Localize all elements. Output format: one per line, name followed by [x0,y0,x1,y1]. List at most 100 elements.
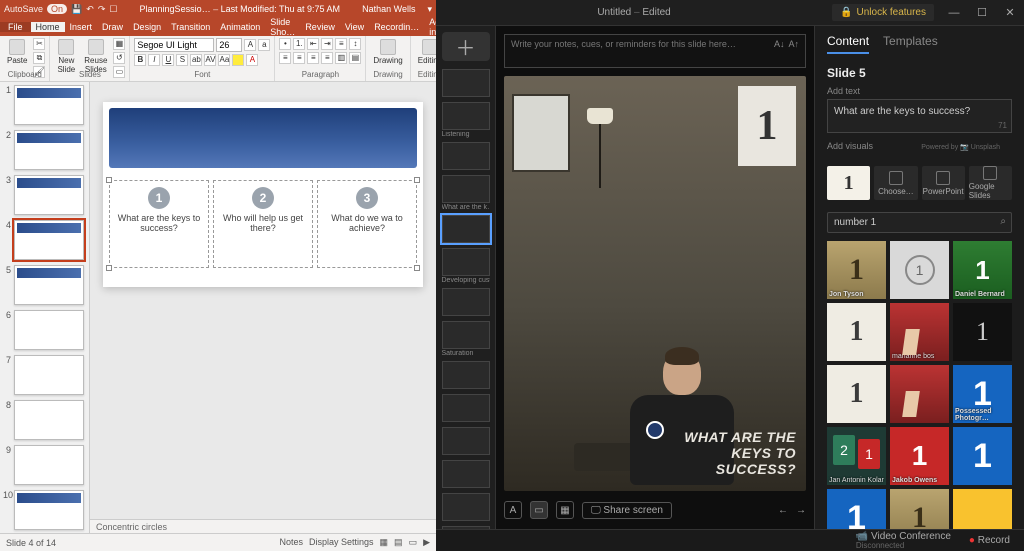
tab-transition[interactable]: Transition [166,22,215,32]
copy-icon[interactable]: ⧉ [33,52,45,64]
italic-icon[interactable]: I [148,54,160,66]
dk-slide-rail[interactable]: ＋ Listening What are the k… Developing cus… [436,26,496,529]
view-slideshow-icon[interactable]: ▶ [423,537,430,548]
video-conference-button[interactable]: 📹 Video Conference Disconnected [856,532,951,550]
notes-toggle[interactable]: Notes [279,537,303,548]
indent-dec-icon[interactable]: ⇤ [307,38,319,50]
selection-handle[interactable] [414,265,420,271]
card-2-text[interactable]: Who will help us get there? [220,213,306,233]
align-center-icon[interactable]: ≡ [293,52,305,64]
result-tile-3[interactable]: 1Daniel Bernard [953,241,1012,299]
card-1[interactable]: 1 What are the keys to success? [109,180,209,268]
dk-thumb-14[interactable]: Considerations [442,526,490,529]
align-right-icon[interactable]: ≡ [307,52,319,64]
card-1-text[interactable]: What are the keys to success? [116,213,202,233]
close-icon[interactable]: ✕ [996,6,1024,19]
drawing-button[interactable]: Drawing [370,38,405,66]
tab-animation[interactable]: Animation [215,22,265,32]
card-3-text[interactable]: What do we wa to achieve? [324,213,410,233]
minimize-icon[interactable]: — [940,7,968,19]
dk-thumb-11[interactable] [442,427,490,456]
display-settings[interactable]: Display Settings [309,537,374,548]
tab-slideshow[interactable]: Slide Sho… [265,17,300,37]
pp-thumb-8[interactable]: 8 [3,400,86,440]
share-screen-button[interactable]: 🖵 Share screen [582,502,672,519]
pp-thumb-2[interactable]: 2 [3,130,86,170]
pp-thumb-7[interactable]: 7 [3,355,86,395]
dk-thumb-9[interactable] [442,361,490,390]
cut-icon[interactable]: ✂ [33,38,45,50]
pp-thumb-10[interactable]: 10 [3,490,86,530]
ribbon-opts-icon[interactable]: ▾ [427,4,432,15]
indent-inc-icon[interactable]: ⇥ [321,38,333,50]
layout-icon[interactable]: ▦ [113,38,125,50]
add-slide-button[interactable]: ＋ [442,32,490,61]
font-color-icon[interactable]: A [246,54,258,66]
result-tile-1[interactable]: 1Jon Tyson [827,241,886,299]
justify-icon[interactable]: ≡ [321,52,333,64]
columns-icon[interactable]: ▥ [335,52,347,64]
view-reading-icon[interactable]: ▭ [409,537,418,548]
save-icon[interactable]: 💾 [71,4,82,15]
pp-thumb-3[interactable]: 3 [3,175,86,215]
notes-divider[interactable]: Concentric circles [90,519,436,533]
view-sorter-icon[interactable]: ▤ [394,537,403,548]
result-tile-9[interactable]: 1Possessed Photogr… [953,365,1012,423]
smartart-cards[interactable]: 1 What are the keys to success? 2 Who wi… [109,180,417,268]
record-button[interactable]: ● Record [969,536,1010,546]
font-name-select[interactable] [134,38,214,52]
choose-image-button[interactable]: Choose… [874,166,917,200]
tab-recording[interactable]: Recordin… [369,22,424,32]
result-tile-10[interactable]: 21Jan Antonin Kolar [827,427,886,485]
dk-thumb-3[interactable] [442,142,490,171]
result-tile-2[interactable]: 1 [890,241,949,299]
bullets-icon[interactable]: • [279,38,291,50]
import-gslides-button[interactable]: Google Slides [969,166,1012,200]
result-tile-13[interactable]: 1Catherine Hughes [827,489,886,529]
pp-thumb-9[interactable]: 9 [3,445,86,485]
underline-icon[interactable]: U [162,54,174,66]
dk-thumb-2[interactable]: Listening [442,102,490,138]
pp-thumb-5[interactable]: 5 [3,265,86,305]
result-tile-11[interactable]: 1Jakob Owens [890,427,949,485]
tab-file[interactable]: File [0,22,31,32]
search-input[interactable] [827,212,1012,233]
paste-button[interactable]: Paste [4,38,30,66]
tab-templates[interactable]: Templates [883,34,938,54]
spacing-icon[interactable]: AV [204,54,216,66]
tab-draw[interactable]: Draw [97,22,128,32]
prev-slide-icon[interactable]: ← [778,505,788,516]
image-results-grid[interactable]: 1Jon Tyson11Daniel Bernard1marianne bos1… [815,241,1024,529]
result-tile-7[interactable]: 1 [827,365,886,423]
dk-thumb-12[interactable] [442,460,490,489]
dk-thumb-13[interactable] [442,493,490,522]
tab-review[interactable]: Review [300,22,340,32]
reset-icon[interactable]: ↺ [113,52,125,64]
dk-thumb-8[interactable]: Saturation [442,321,490,357]
import-powerpoint-button[interactable]: PowerPoint [922,166,965,200]
tab-design[interactable]: Design [128,22,166,32]
result-tile-8[interactable] [890,365,949,423]
selection-handle[interactable] [106,177,112,183]
result-tile-15[interactable]: Pierpaolo Riondato [953,489,1012,529]
highlight-icon[interactable] [232,54,244,66]
grow-font-icon[interactable]: A [244,39,256,51]
selection-handle[interactable] [106,265,112,271]
pp-canvas[interactable]: 1 What are the keys to success? 2 Who wi… [90,82,436,533]
redo-icon[interactable]: ↷ [98,4,106,15]
strike-icon[interactable]: S [176,54,188,66]
visual-preview-1[interactable]: 1 [827,166,870,200]
result-tile-4[interactable]: 1 [827,303,886,361]
unlock-features-button[interactable]: 🔒 Unlock features [832,4,934,21]
tab-view[interactable]: View [340,22,369,32]
case-icon[interactable]: Aa [218,54,230,66]
dk-thumb-4[interactable]: What are the k… [442,175,490,211]
card-3[interactable]: 3 What do we wa to achieve? [317,180,417,268]
dk-thumb-6[interactable]: Developing custo… [442,248,490,284]
font-size-select[interactable] [216,38,242,52]
dk-thumb-5[interactable] [442,215,490,244]
view-normal-icon[interactable]: ▦ [380,537,389,548]
maximize-icon[interactable]: ☐ [968,6,996,19]
bold-icon[interactable]: B [134,54,146,66]
pp-thumbnail-pane[interactable]: 1234567891011 [0,82,90,533]
